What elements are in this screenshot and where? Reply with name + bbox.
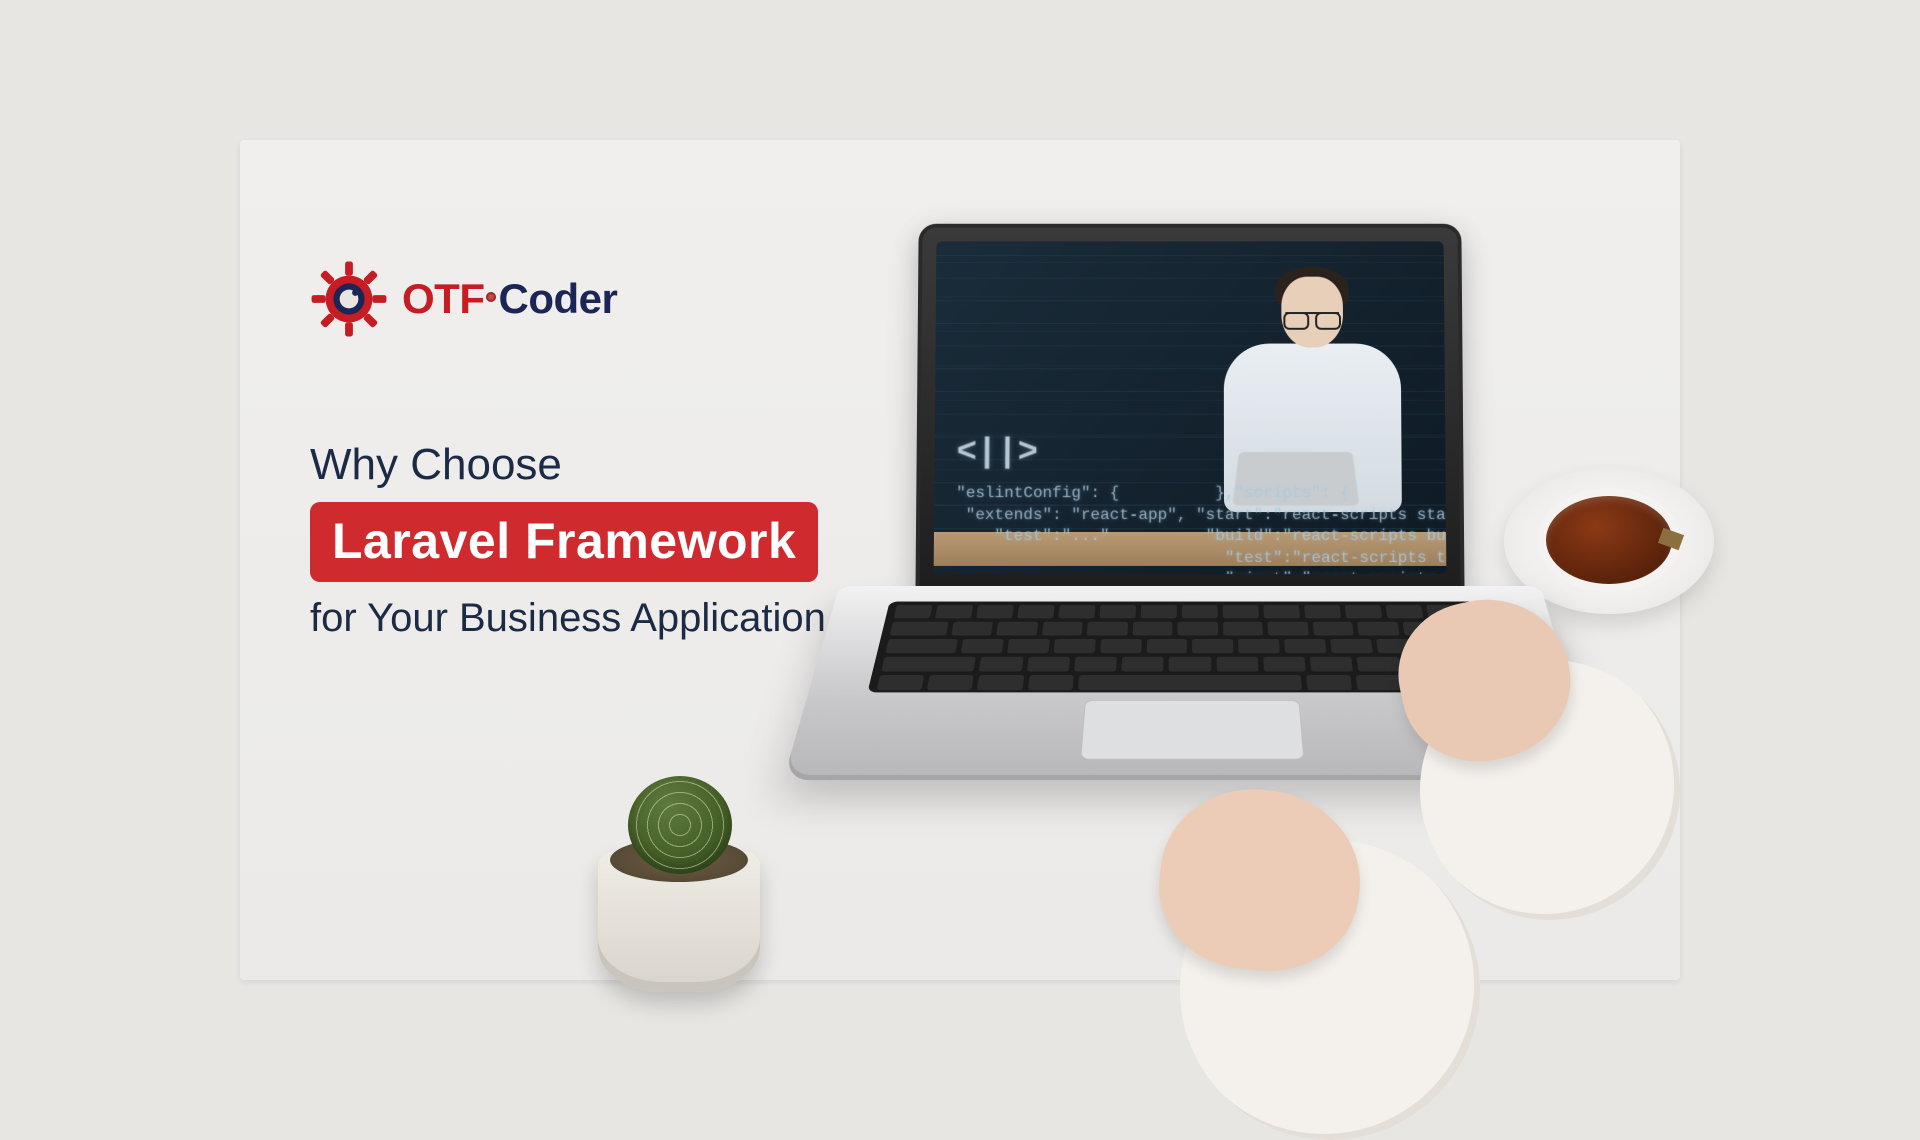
brand-name: OTF Coder [402, 275, 617, 323]
cactus [628, 776, 732, 874]
laptop-lid: <||> "eslintConfig": { },"scripts": { "ex… [915, 224, 1464, 592]
headline-line-3: for Your Business Application [310, 596, 870, 641]
glasses-icon [1285, 312, 1339, 324]
brand-logo: OTF Coder [310, 260, 617, 338]
code-overlay: <||> "eslintConfig": { },"scripts": { "ex… [955, 389, 1446, 574]
gear-icon [310, 260, 388, 338]
brand-part-2: Coder [498, 275, 617, 322]
tea [1538, 488, 1680, 592]
cactus-pot [580, 732, 780, 992]
headline-highlight: Laravel Framework [310, 502, 818, 582]
headline-line-1: Why Choose [310, 440, 870, 490]
code-tag-icon: <||> [956, 432, 1446, 478]
laptop-screen: <||> "eslintConfig": { },"scripts": { "ex… [934, 241, 1447, 574]
headline: Why Choose Laravel Framework for Your Bu… [310, 440, 870, 641]
promo-graphic: OTF Coder Why Choose Laravel Framework fo… [240, 140, 1680, 980]
code-lines: "eslintConfig": { },"scripts": { "extend… [956, 484, 1447, 574]
globe-dot-icon [486, 292, 496, 302]
trackpad [1080, 700, 1304, 760]
brand-part-1: OTF [402, 275, 484, 322]
hand-left [1120, 780, 1440, 1060]
